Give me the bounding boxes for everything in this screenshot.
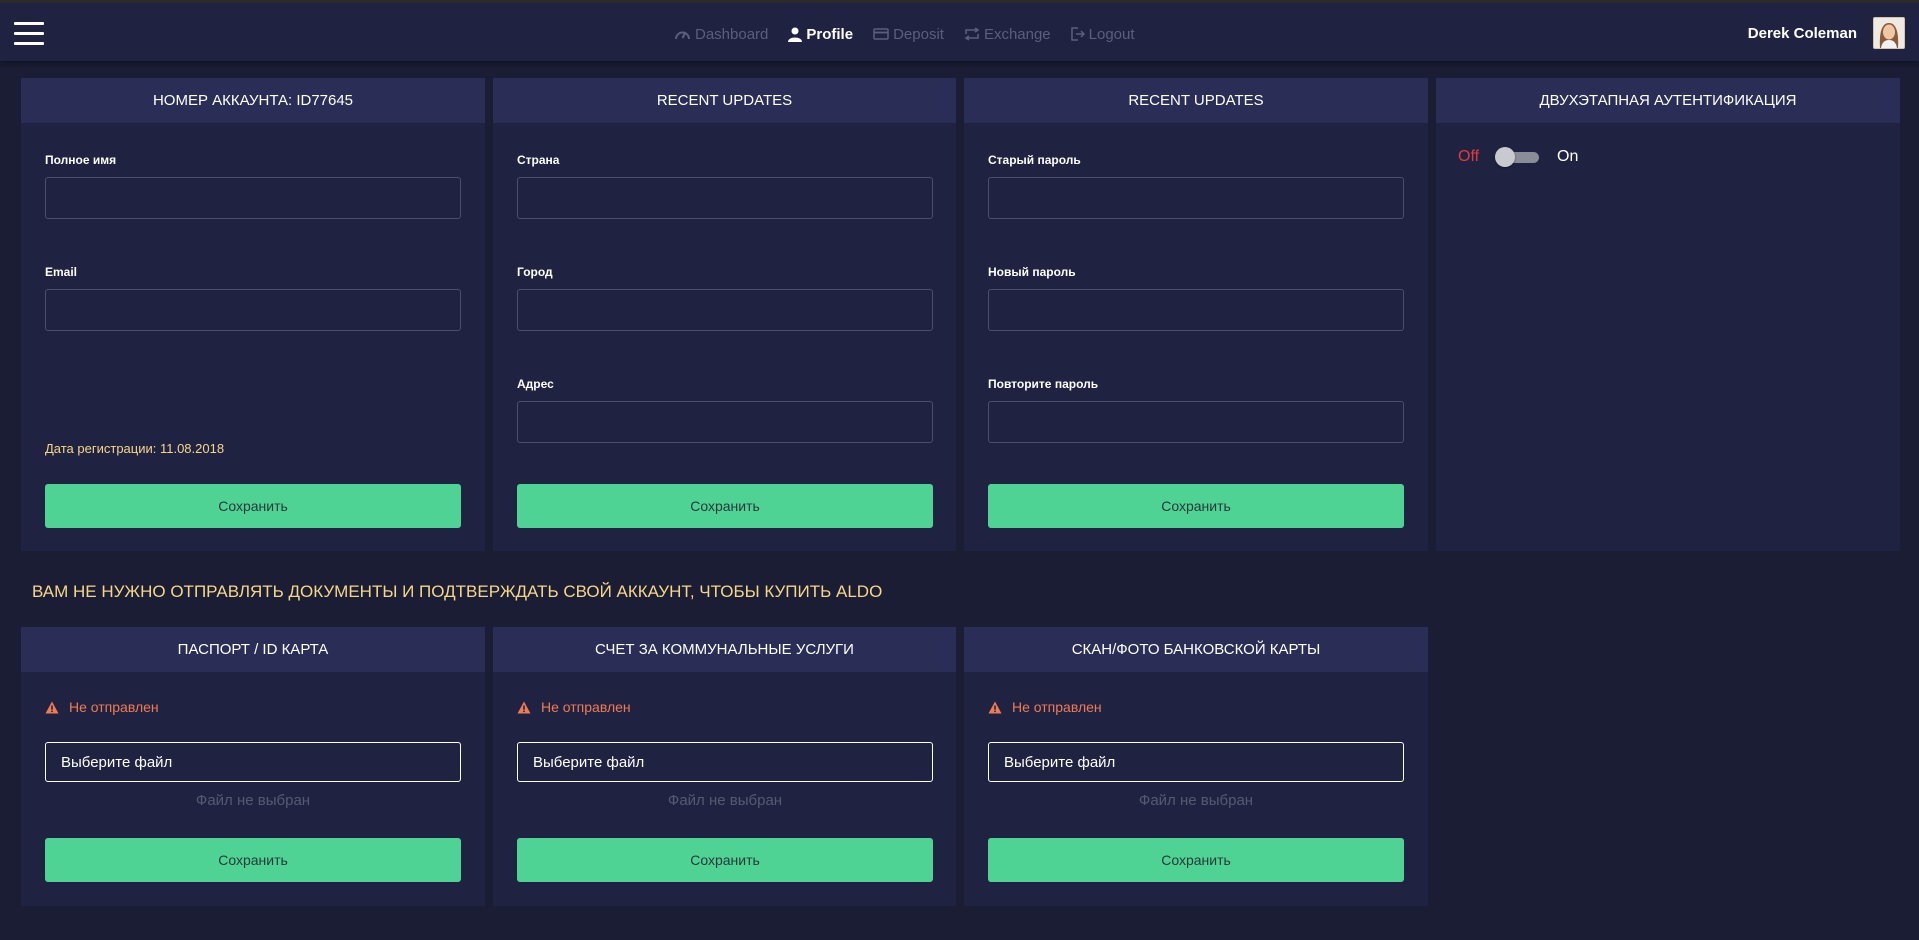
password-save-button[interactable]: Сохранить [988,484,1404,528]
file-status-text: Файл не выбран [1138,792,1254,809]
nav-profile-label: Profile [806,25,854,43]
two-factor-toggle-row: Off On [1458,147,1578,167]
document-card-title: СЧЕТ ЗА КОММУНАЛЬНЫЕ УСЛУГИ [493,627,956,672]
document-status-text: Не отправлен [1012,699,1102,715]
warning-icon [517,701,531,713]
user-name: Derek Coleman [1747,24,1857,42]
nav-logout[interactable]: Logout [1070,25,1135,43]
document-save-button[interactable]: Сохранить [988,838,1404,882]
document-card-title: ПАСПОРТ / ID КАРТА [21,627,485,672]
two-factor-toggle[interactable] [1495,147,1541,167]
user-menu[interactable]: Derek Coleman [1748,17,1905,49]
two-factor-card: ДВУХЭТАПНАЯ АУТЕНТИФИКАЦИЯ Off On [1436,78,1900,551]
two-factor-card-title: ДВУХЭТАПНАЯ АУТЕНТИФИКАЦИЯ [1436,78,1900,123]
document-status: Не отправлен [45,699,159,715]
registration-date: Дата регистрации: 11.08.2018 [45,441,225,456]
toggle-off-label: Off [1458,148,1480,165]
email-input[interactable] [45,289,461,331]
password-card-title: RECENT UPDATES [964,78,1428,123]
document-status: Не отправлен [517,699,631,715]
nav-exchange[interactable]: Exchange [964,26,1051,43]
country-label: Страна [517,153,560,167]
location-card-title: RECENT UPDATES [493,78,956,123]
document-save-button[interactable]: Сохранить [517,838,933,882]
nav-profile[interactable]: Profile [788,26,853,43]
top-navbar: Dashboard Profile Deposit Exchange Logou… [0,3,1919,61]
gauge-icon [675,31,690,40]
nav-deposit[interactable]: Deposit [873,26,944,43]
country-input[interactable] [517,177,933,219]
document-card-passport: ПАСПОРТ / ID КАРТА Не отправлен Выберите… [21,627,485,906]
full-name-label: Полное имя [45,153,117,167]
old-password-label: Старый пароль [988,153,1081,167]
choose-file-button[interactable]: Выберите файл [517,742,933,782]
account-card: НОМЕР АККАУНТА: ID77645 Полное имя Email… [21,78,485,551]
nav-deposit-label: Deposit [893,25,944,43]
nav-links: Dashboard Profile Deposit Exchange Logou… [674,22,1155,46]
city-label: Город [517,265,553,279]
location-save-button[interactable]: Сохранить [517,484,933,528]
document-status-text: Не отправлен [541,699,631,715]
email-label: Email [45,265,78,279]
warning-icon [45,701,59,713]
document-card-title: СКАН/ФОТО БАНКОВСКОЙ КАРТЫ [964,627,1428,672]
old-password-input[interactable] [988,177,1404,219]
file-status-text: Файл не выбран [667,792,783,809]
nav-dashboard[interactable]: Dashboard [674,26,768,43]
file-status-text: Файл не выбран [195,792,311,809]
account-card-title: НОМЕР АККАУНТА: ID77645 [21,78,485,123]
address-input[interactable] [517,401,933,443]
user-icon [788,27,803,42]
nav-exchange-label: Exchange [983,25,1051,43]
location-card: RECENT UPDATES Страна Город Адрес Сохран… [493,78,956,551]
document-status: Не отправлен [988,699,1102,715]
city-input[interactable] [517,289,933,331]
document-card-utility: СЧЕТ ЗА КОММУНАЛЬНЫЕ УСЛУГИ Не отправлен… [493,627,956,906]
full-name-input[interactable] [45,177,461,219]
address-label: Адрес [517,377,554,391]
choose-file-button[interactable]: Выберите файл [45,742,461,782]
toggle-knob [1495,147,1516,167]
repeat-password-input[interactable] [988,401,1404,443]
card-icon [873,28,889,40]
logout-icon [1070,27,1085,41]
warning-icon [988,701,1002,713]
repeat-password-label: Повторите пароль [988,377,1099,391]
new-password-input[interactable] [988,289,1404,331]
toggle-on-label: On [1557,148,1579,165]
nav-dashboard-label: Dashboard [695,25,769,43]
verification-notice: ВАМ НЕ НУЖНО ОТПРАВЛЯТЬ ДОКУМЕНТЫ И ПОДТ… [32,582,883,601]
document-save-button[interactable]: Сохранить [45,838,461,882]
account-save-button[interactable]: Сохранить [45,484,461,528]
document-card-bank-card: СКАН/ФОТО БАНКОВСКОЙ КАРТЫ Не отправлен … [964,627,1428,906]
new-password-label: Новый пароль [988,265,1076,279]
exchange-icon [964,27,980,41]
avatar[interactable] [1873,17,1905,49]
avatar-photo-icon [1874,18,1904,48]
choose-file-button[interactable]: Выберите файл [988,742,1404,782]
document-status-text: Не отправлен [69,699,159,715]
password-card: RECENT UPDATES Старый пароль Новый парол… [964,78,1428,551]
nav-logout-label: Logout [1088,25,1135,43]
menu-icon[interactable] [14,22,44,46]
